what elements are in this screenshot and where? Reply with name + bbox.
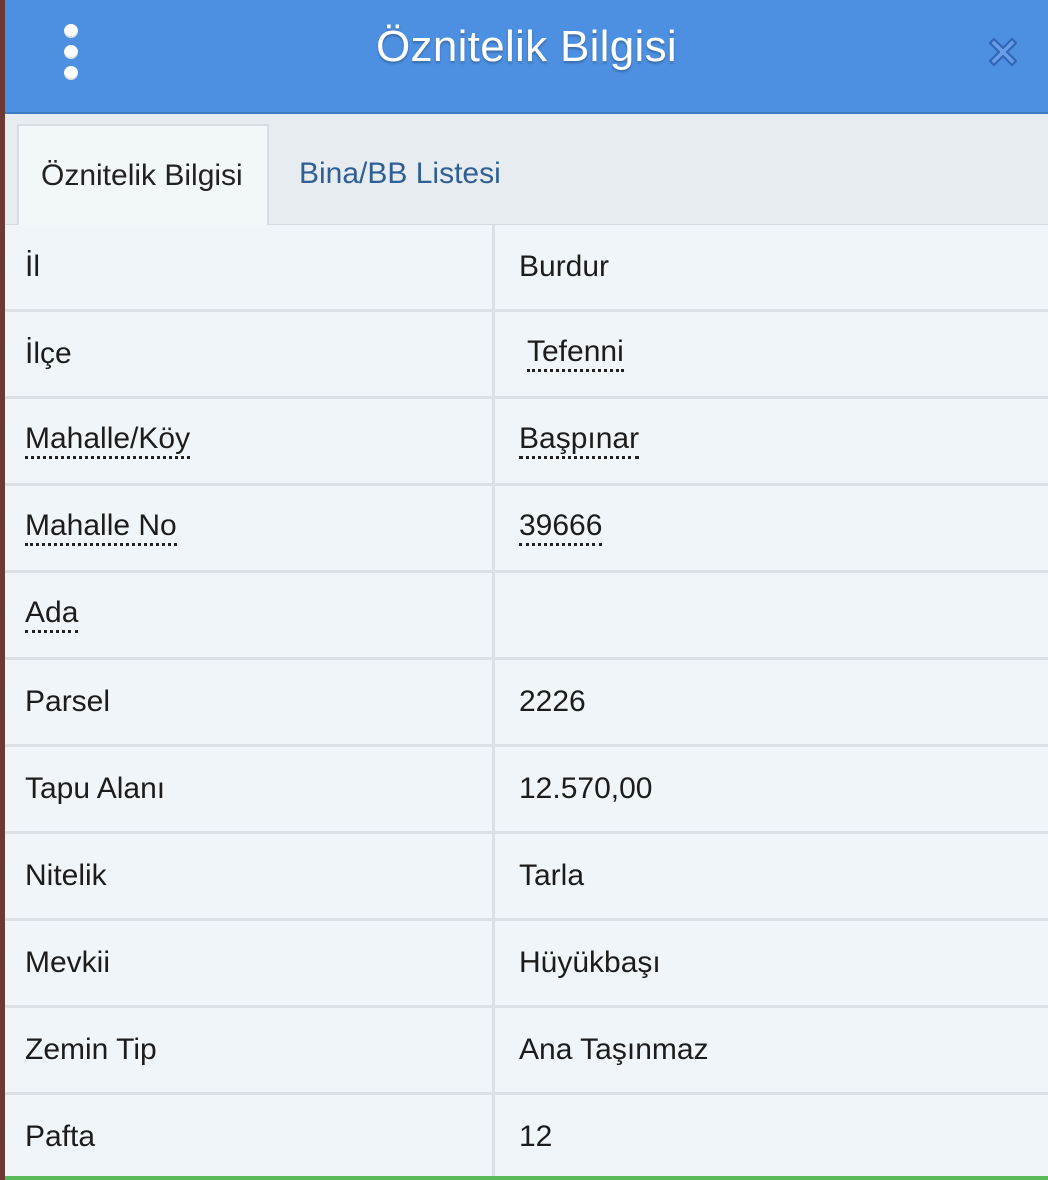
- row-label-abbr[interactable]: Mahalle No: [25, 510, 177, 546]
- table-row: Parsel 2226: [5, 660, 1048, 747]
- neighborhood-link[interactable]: Başpınar: [519, 423, 640, 459]
- row-value: 12: [519, 1119, 553, 1153]
- row-value-cell: Hüyükbaşı: [498, 921, 1048, 1005]
- table-row: Mahalle/Köy Başpınar: [5, 399, 1048, 486]
- tab-label: Öznitelik Bilgisi: [41, 159, 243, 192]
- row-label-cell: Zemin Tip: [5, 1008, 495, 1092]
- district-link[interactable]: Tefenni: [527, 336, 624, 372]
- row-label-cell: Parsel: [5, 660, 495, 744]
- row-label: Tapu Alanı: [25, 772, 166, 805]
- row-label-cell: İl: [5, 225, 495, 309]
- row-label: İl: [25, 250, 40, 283]
- tab-attribute-info[interactable]: Öznitelik Bilgisi: [17, 124, 269, 226]
- row-value-cell: Burdur: [498, 225, 1048, 309]
- row-value-cell: Tarla: [498, 834, 1048, 918]
- row-value-cell: Ana Taşınmaz: [498, 1008, 1048, 1092]
- row-value-cell: Başpınar: [498, 399, 1048, 483]
- row-label-cell: Mahalle No: [5, 486, 495, 570]
- table-row: Nitelik Tarla: [5, 834, 1048, 921]
- row-label-abbr[interactable]: Ada: [25, 597, 79, 633]
- row-value: 2226: [519, 685, 586, 718]
- tab-building-list[interactable]: Bina/BB Listesi: [277, 124, 523, 224]
- row-label-cell: Mahalle/Köy: [5, 399, 495, 483]
- bottom-accent-bar: [5, 1176, 1048, 1180]
- row-label-cell: Mevkii: [5, 921, 495, 1005]
- table-row: Ada: [5, 573, 1048, 660]
- row-label-abbr[interactable]: Mahalle/Köy: [25, 423, 191, 459]
- table-row: İl Burdur: [5, 225, 1048, 312]
- row-label: Nitelik: [25, 859, 107, 892]
- row-label-cell: Pafta: [5, 1095, 495, 1178]
- row-value-cell: Tefenni: [498, 312, 1048, 396]
- row-value-cell: 2226: [498, 660, 1048, 744]
- table-row: Mevkii Hüyükbaşı: [5, 921, 1048, 1008]
- row-label-cell: Tapu Alanı: [5, 747, 495, 831]
- row-value: 12.570,00: [519, 772, 653, 805]
- row-label: İlçe: [25, 337, 72, 370]
- row-label-cell: İlçe: [5, 312, 495, 396]
- row-value: Ana Taşınmaz: [519, 1033, 709, 1066]
- table-row: İlçe Tefenni: [5, 312, 1048, 399]
- neighborhood-no-link[interactable]: 39666: [519, 510, 603, 546]
- tab-bar: Öznitelik Bilgisi Bina/BB Listesi: [5, 114, 1048, 226]
- row-value: Hüyükbaşı: [519, 946, 661, 979]
- table-row: Mahalle No 39666: [5, 486, 1048, 573]
- row-label-cell: Ada: [5, 573, 495, 657]
- row-value: Tarla: [519, 859, 585, 892]
- window-header: Öznitelik Bilgisi: [5, 0, 1048, 114]
- row-label: Pafta: [25, 1119, 96, 1153]
- row-label: Mevkii: [25, 946, 111, 979]
- attribute-table: İl Burdur İlçe Tefenni Mahalle/Köy Başpı…: [5, 225, 1048, 1178]
- row-value-cell: [498, 573, 1048, 657]
- row-label-cell: Nitelik: [5, 834, 495, 918]
- close-icon[interactable]: [983, 32, 1023, 72]
- table-row: Tapu Alanı 12.570,00: [5, 747, 1048, 834]
- row-value-cell: 39666: [498, 486, 1048, 570]
- window-title: Öznitelik Bilgisi: [376, 22, 677, 71]
- table-row: Zemin Tip Ana Taşınmaz: [5, 1008, 1048, 1095]
- row-label: Parsel: [25, 685, 111, 718]
- row-value: Burdur: [519, 250, 610, 283]
- row-label: Zemin Tip: [25, 1033, 157, 1066]
- row-value-cell: 12: [498, 1095, 1048, 1178]
- tab-label: Bina/BB Listesi: [299, 157, 501, 190]
- attribute-info-window: Öznitelik Bilgisi Öznitelik Bilgisi Bina…: [0, 0, 1048, 1180]
- table-row: Pafta 12: [5, 1095, 1048, 1178]
- row-value-cell: 12.570,00: [498, 747, 1048, 831]
